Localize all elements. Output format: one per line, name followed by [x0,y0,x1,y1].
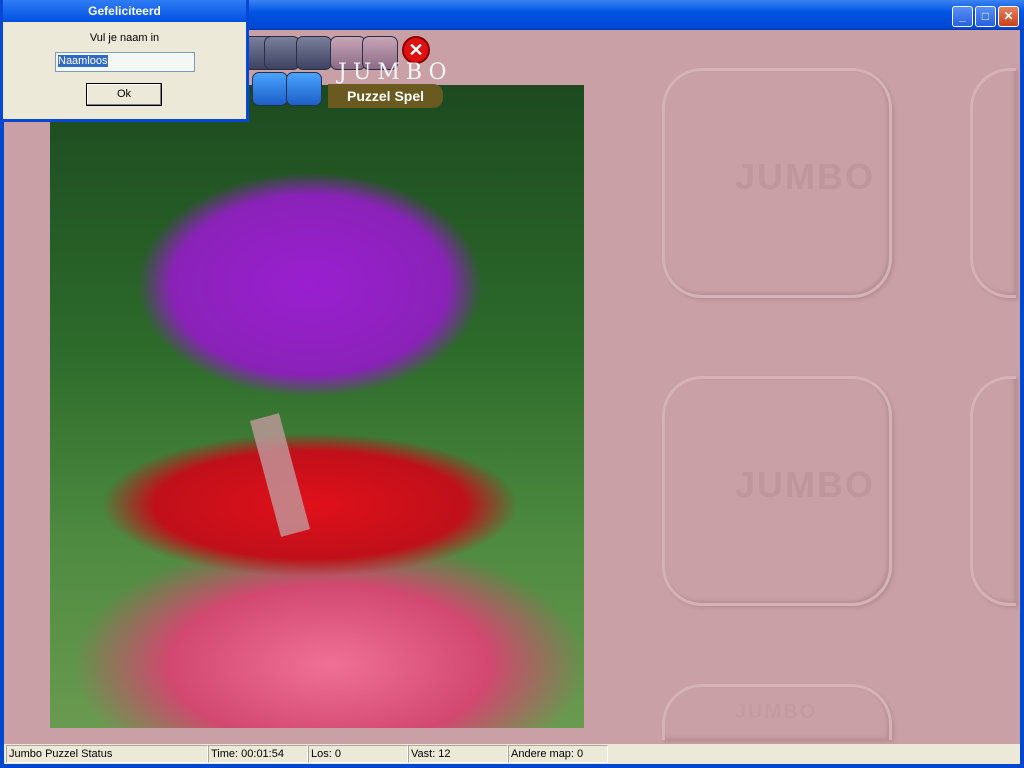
jumbo-watermark-logo: JUMBO [662,376,892,606]
congratulations-dialog: Gefeliciteerd Vul je naam in Naamloos Ok [0,0,249,122]
jumbo-logo-text: JUMBO [338,60,453,85]
play-icon-button[interactable] [264,36,300,70]
minimize-button[interactable]: _ [952,6,973,27]
dialog-title: Gefeliciteerd [3,0,246,22]
status-app: Jumbo Puzzel Status [6,745,208,763]
jumbo-watermark-logo: JUMBO [662,684,892,740]
skip-button[interactable] [296,36,332,70]
name-prompt: Vul je naam in [89,32,160,44]
name-input[interactable]: Naamloos [55,52,195,72]
maximize-button[interactable]: □ [975,6,996,27]
ok-button[interactable]: Ok [86,83,162,106]
status-andere-map: Andere map: 0 [508,745,608,763]
jumbo-watermark-logo [970,68,1016,298]
scatter-pieces-button[interactable] [286,72,322,106]
jumbo-watermark-logo: JUMBO [662,68,892,298]
puzzle-image[interactable] [50,85,584,728]
status-time: Time: 00:01:54 [208,745,308,763]
name-input-value: Naamloos [58,55,108,67]
status-los: Los: 0 [308,745,408,763]
close-button[interactable]: ✕ [998,6,1019,27]
jumbo-watermark-logo [970,376,1016,606]
puzzel-spel-banner: Puzzel Spel [328,84,443,108]
show-picture-button[interactable] [252,72,288,106]
puzzle-gap [249,413,311,537]
status-vast: Vast: 12 [408,745,508,763]
status-bar: Jumbo Puzzel Status Time: 00:01:54 Los: … [0,744,1024,768]
